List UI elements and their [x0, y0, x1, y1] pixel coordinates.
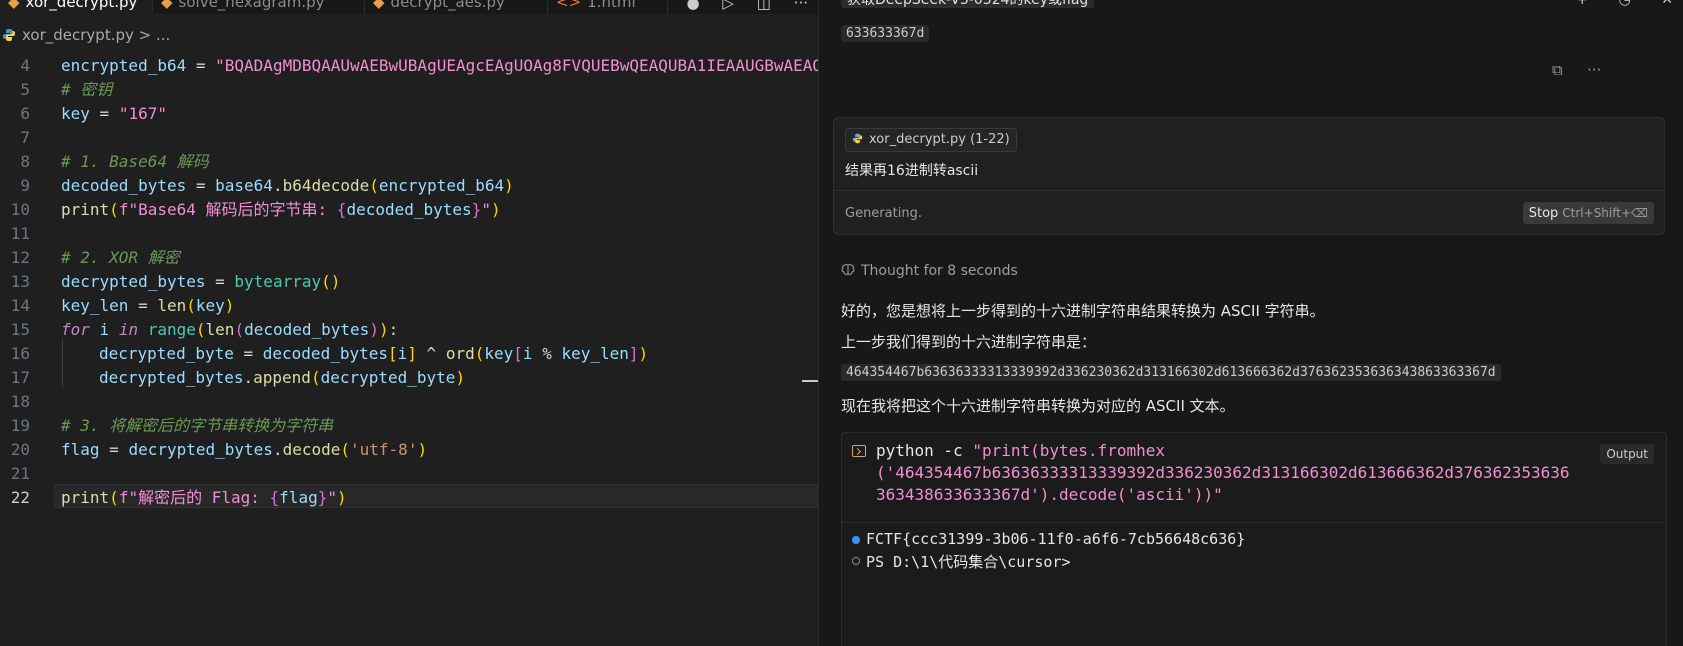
response-paragraph: 好的，您是想将上一步得到的十六进制字符串结果转换为 ASCII 字符串。 [841, 302, 1325, 320]
python-file-icon [852, 133, 863, 144]
line-number: 19 [10, 416, 30, 435]
tab-xor-decrypt[interactable]: ◆ xor_decrypt.py [0, 0, 153, 14]
line-number: 14 [10, 296, 30, 315]
hex-string-chip: 464354467b63636333313339392d336230362d31… [841, 364, 1501, 381]
line-number: 13 [10, 272, 30, 291]
chat-input-box[interactable]: xor_decrypt.py (1-22) 结果再16进制转ascii Gene… [833, 117, 1665, 235]
response-paragraph: 现在我将把这个十六进制字符串转换为对应的 ASCII 文本。 [841, 397, 1235, 415]
line-number: 10 [10, 200, 30, 219]
breadcrumb-more[interactable]: ... [156, 26, 170, 44]
more-icon[interactable]: ··· [1587, 61, 1601, 79]
thought-indicator[interactable]: Thought for 8 seconds [841, 263, 1018, 279]
terminal-command: ('464354467b63636333313339392d336230362d… [876, 463, 1570, 482]
line-number: 21 [10, 464, 30, 483]
status-dot-icon [852, 536, 860, 544]
line-number-current: 22 [10, 488, 30, 507]
line-number: 8 [20, 152, 30, 171]
run-icon[interactable]: ▷ [722, 0, 734, 12]
terminal-command: python -c "print(bytes.fromhex [876, 441, 1165, 460]
code-line-19: # 3. 将解密后的字节串转换为字符串 [61, 416, 334, 435]
editor-actions: ● ▷ ◫ ··· [669, 0, 808, 12]
code-line-14: key_len = len(key) [61, 296, 235, 315]
code-line-22: print(f"解密后的 Flag: {flag}") [61, 488, 347, 507]
line-number: 12 [10, 248, 30, 267]
line-number: 16 [10, 344, 30, 363]
python-file-icon: ◆ [161, 0, 173, 11]
tab-1-html[interactable]: <> 1.html [548, 0, 668, 14]
breadcrumb: xor_decrypt.py > ... [0, 22, 170, 48]
previous-question: 获取DeepSeek-V3-0324的key或flag [841, 0, 1095, 8]
terminal-command: 363438633633367d').decode('ascii'))" [876, 485, 1223, 504]
line-number: 20 [10, 440, 30, 459]
line-number: 7 [20, 128, 30, 147]
line-number: 15 [10, 320, 30, 339]
stop-button[interactable]: Stop Ctrl+Shift+⌫ [1522, 202, 1654, 224]
code-line-6: key = "167" [61, 104, 167, 123]
python-file-icon: ◆ [8, 0, 20, 11]
stop-shortcut: Ctrl+Shift+⌫ [1562, 206, 1648, 220]
terminal-icon [852, 445, 866, 457]
code-line-4: encrypted_b64 = "BQADAgMDBQAAUwAEBwUBAgU… [61, 56, 818, 75]
close-icon[interactable]: ✕ [1661, 0, 1673, 8]
code-line-20: flag = decrypted_bytes.decode('utf-8') [61, 440, 428, 459]
breadcrumb-file[interactable]: xor_decrypt.py [22, 26, 134, 44]
line-number: 6 [20, 104, 30, 123]
line-number: 17 [10, 368, 30, 387]
output-button[interactable]: Output [1600, 444, 1654, 464]
code-line-13: decrypted_bytes = bytearray() [61, 272, 341, 291]
response-paragraph: 上一步我们得到的十六进制字符串是： [841, 333, 1097, 351]
line-number: 5 [20, 80, 30, 99]
line-number: 11 [10, 224, 30, 243]
split-editor-icon[interactable]: ◫ [757, 0, 771, 12]
code-line-15: for i in range(len(decoded_bytes)): [61, 320, 399, 339]
hex-result-chip: 633633367d [841, 25, 930, 42]
code-line-12: # 2. XOR 解密 [61, 248, 180, 267]
indent-guide [62, 339, 63, 387]
more-icon[interactable]: ··· [794, 0, 808, 12]
code-line-10: print(f"Base64 解码后的字节串: {decoded_bytes}"… [61, 200, 501, 219]
minimap-marker [802, 380, 818, 382]
status-dot-icon [852, 557, 860, 565]
divider [842, 522, 1666, 523]
user-prompt: 结果再16进制转ascii [845, 163, 979, 179]
context-file-chip[interactable]: xor_decrypt.py (1-22) [845, 128, 1017, 152]
terminal-prompt: PS D:\1\代码集合\cursor> [866, 553, 1071, 571]
code-line-5: # 密钥 [61, 80, 113, 99]
python-file-icon [3, 29, 15, 41]
chat-header-actions: + ◷ ✕ [1550, 0, 1673, 8]
unsaved-dot-icon: ● [686, 0, 700, 12]
generating-status: Generating. [845, 206, 922, 221]
tab-solve-hexagram[interactable]: ◆ solve_hexagram.py [153, 0, 365, 14]
ai-chat-panel: 获取DeepSeek-V3-0324的key或flag + ◷ ✕ 633633… [819, 0, 1683, 646]
brain-icon [841, 264, 855, 275]
history-icon[interactable]: ◷ [1619, 0, 1631, 8]
tab-decrypt-aes[interactable]: ◆ decrypt_aes.py [365, 0, 548, 14]
divider [834, 190, 1664, 191]
code-line-9: decoded_bytes = base64.b64decode(encrypt… [61, 176, 514, 195]
terminal-block: python -c "print(bytes.fromhex ('4643544… [841, 432, 1667, 646]
html-file-icon: <> [556, 0, 582, 11]
line-number: 18 [10, 392, 30, 411]
copy-icon[interactable]: ⧉ [1552, 61, 1563, 79]
python-file-icon: ◆ [373, 0, 385, 11]
editor-tab-bar: ◆ xor_decrypt.py ◆ solve_hexagram.py ◆ decr… [0, 0, 818, 14]
code-line-17: decrypted_bytes.append(decrypted_byte) [99, 368, 466, 387]
terminal-output: FCTF{ccc31399-3b06-11f0-a6f6-7cb56648c63… [866, 530, 1246, 548]
code-line-16: decrypted_byte = decoded_bytes[i] ^ ord(… [99, 344, 649, 363]
new-chat-icon[interactable]: + [1576, 0, 1588, 8]
code-editor: ◆ xor_decrypt.py ◆ solve_hexagram.py ◆ decr… [0, 0, 818, 646]
line-number: 9 [20, 176, 30, 195]
line-number: 4 [20, 56, 30, 75]
code-line-8: # 1. Base64 解码 [61, 152, 209, 171]
breadcrumb-separator: > [138, 26, 152, 44]
